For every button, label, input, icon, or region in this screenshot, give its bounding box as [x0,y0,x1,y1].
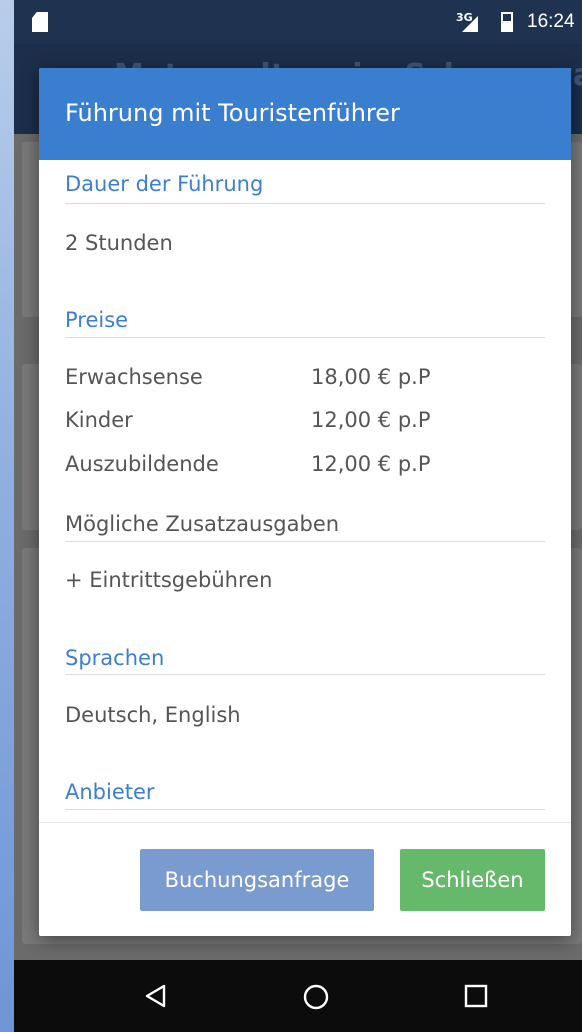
dialog-footer-divider [39,822,571,823]
price-label-children: Kinder [65,408,133,432]
close-button[interactable]: Schließen [400,849,545,911]
tour-details-dialog: Führung mit Touristenführer Dauer der Fü… [39,68,571,936]
duration-value: 2 Stunden [65,231,173,255]
price-label-adults: Erwachsense [65,365,203,389]
divider [65,809,545,810]
nav-back-button[interactable] [126,960,186,1032]
divider [65,203,545,204]
extras-value: + Eintrittsgebühren [65,568,273,592]
languages-heading: Sprachen [65,646,165,670]
signal-icon [462,16,478,32]
nav-home-button[interactable] [285,960,345,1032]
dialog-header: Führung mit Touristenführer [39,68,571,160]
divider [65,674,545,675]
dialog-title: Führung mit Touristenführer [65,99,400,127]
price-value-children: 12,00 € p.P [311,408,431,432]
prices-heading: Preise [65,308,129,332]
clock: 16:24 [527,11,575,32]
languages-value: Deutsch, English [65,703,241,727]
extras-heading: Mögliche Zusatzausgaben [65,512,340,536]
sd-card-icon [32,12,48,32]
home-circle-icon [303,984,329,1010]
navigation-bar [14,960,582,1032]
duration-heading: Dauer der Führung [65,172,264,196]
battery-icon [501,12,513,32]
recent-square-icon [464,984,488,1008]
provider-heading: Anbieter [65,780,155,804]
back-triangle-icon [145,984,166,1008]
divider [65,541,545,542]
status-bar: 3G 16:24 [14,0,582,44]
nav-recent-button[interactable] [446,960,506,1032]
price-label-trainees: Auszubildende [65,452,219,476]
divider [65,337,545,338]
price-value-adults: 18,00 € p.P [311,365,431,389]
price-value-trainees: 12,00 € p.P [311,452,431,476]
booking-request-button[interactable]: Buchungsanfrage [140,849,374,911]
